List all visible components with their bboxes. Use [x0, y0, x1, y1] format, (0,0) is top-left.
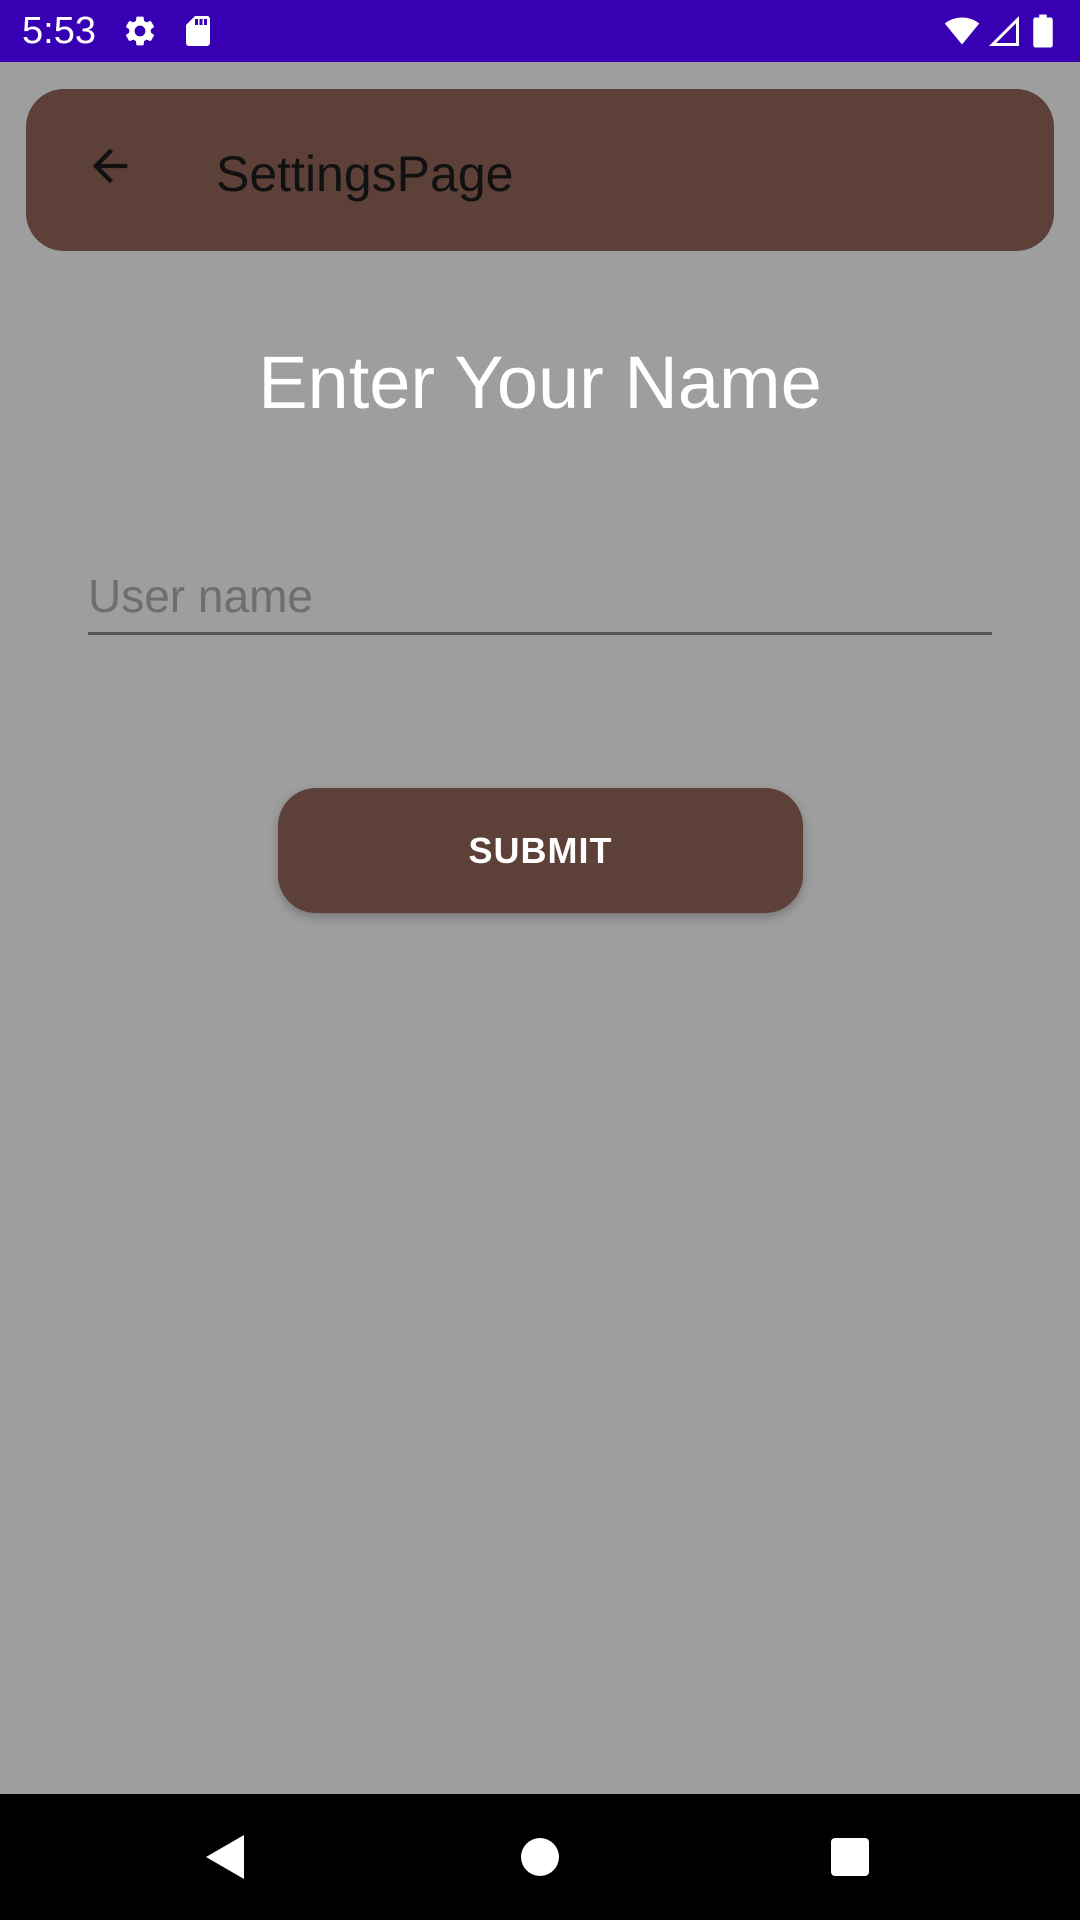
back-button[interactable]	[70, 126, 150, 206]
cellular-signal-icon	[986, 13, 1022, 49]
page-title: SettingsPage	[216, 146, 514, 202]
status-time: 5:53	[22, 10, 96, 52]
enter-name-heading: Enter Your Name	[258, 341, 822, 424]
status-bar: 5:53	[0, 0, 1080, 62]
recents-square-icon	[831, 1838, 869, 1876]
username-input[interactable]	[88, 560, 992, 635]
gear-icon	[122, 13, 158, 49]
submit-button[interactable]: SUBMIT	[278, 788, 803, 913]
sd-card-icon	[180, 13, 216, 49]
battery-icon	[1030, 13, 1056, 49]
app-bar: SettingsPage	[26, 89, 1054, 251]
system-nav-bar	[0, 1794, 1080, 1920]
home-circle-icon	[521, 1838, 559, 1876]
back-triangle-icon	[206, 1835, 244, 1879]
nav-home-button[interactable]	[508, 1825, 572, 1889]
arrow-left-icon	[92, 148, 128, 184]
wifi-icon	[944, 13, 980, 49]
nav-back-button[interactable]	[194, 1825, 258, 1889]
nav-recents-button[interactable]	[818, 1825, 882, 1889]
